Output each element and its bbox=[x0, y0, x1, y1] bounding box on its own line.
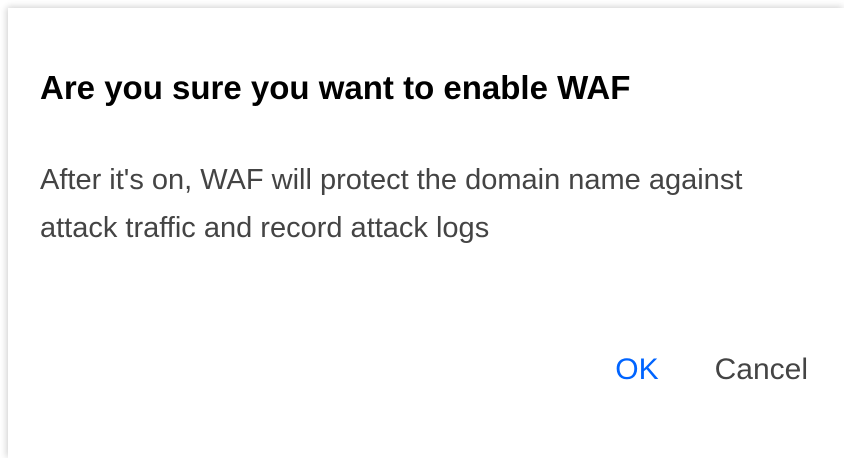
ok-button[interactable]: OK bbox=[615, 350, 658, 390]
dialog-title: Are you sure you want to enable WAF bbox=[40, 69, 631, 106]
cancel-button[interactable]: Cancel bbox=[715, 350, 808, 390]
confirm-dialog: Are you sure you want to enable WAF Afte… bbox=[8, 8, 844, 458]
dialog-actions: OK Cancel bbox=[615, 350, 808, 390]
dialog-message: After it's on, WAF will protect the doma… bbox=[40, 164, 743, 244]
